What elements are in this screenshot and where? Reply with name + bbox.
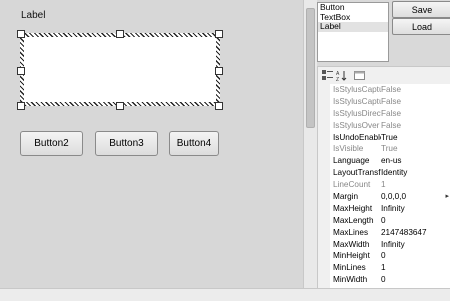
button2[interactable]: Button2 — [20, 131, 83, 156]
property-name: IsStylusCaptu — [333, 96, 381, 106]
resize-handle-left[interactable] — [17, 67, 25, 75]
property-row[interactable]: MaxWidth Infinity — [318, 239, 450, 251]
property-name: MinLines — [333, 263, 366, 273]
property-value[interactable]: en-us — [381, 155, 447, 167]
property-row[interactable]: MaxLines 2147483647 — [318, 227, 450, 239]
property-row[interactable]: MinHeight 0 — [318, 250, 450, 262]
textbox-control[interactable] — [24, 37, 216, 102]
property-value[interactable]: 1 — [381, 262, 447, 274]
categorized-icon[interactable] — [321, 69, 333, 81]
scrollbar-thumb[interactable] — [306, 8, 315, 128]
label-control[interactable]: Label — [21, 10, 45, 21]
property-row[interactable]: IsStylusOver False — [318, 120, 450, 132]
resize-handle-top-left[interactable] — [17, 30, 25, 38]
property-name: LineCount — [333, 180, 371, 190]
resize-handle-bottom-left[interactable] — [17, 102, 25, 110]
load-button[interactable]: Load — [392, 18, 450, 35]
property-row[interactable]: MaxHeight Infinity — [318, 203, 450, 215]
property-value[interactable]: False — [381, 84, 447, 96]
property-row[interactable]: MinLines 1 — [318, 262, 450, 274]
property-row[interactable]: IsStylusCaptu False — [318, 96, 450, 108]
property-value[interactable]: Infinity — [381, 203, 447, 215]
horizontal-scrollbar[interactable] — [0, 288, 450, 301]
property-value[interactable]: False — [381, 108, 447, 120]
property-row[interactable]: IsStylusDirect False — [318, 108, 450, 120]
resize-handle-bottom-right[interactable] — [215, 102, 223, 110]
property-row[interactable]: MinWidth 0 — [318, 274, 450, 286]
property-grid-toolbar: AZ — [317, 66, 450, 85]
property-value[interactable]: 0,0,0,0 — [381, 191, 447, 203]
resize-handle-top-right[interactable] — [215, 30, 223, 38]
property-row[interactable]: IsVisible True — [318, 143, 450, 155]
property-name: IsStylusDirect — [333, 108, 381, 118]
property-grid[interactable]: IsStylusCaptu False IsStylusCaptu False IsSt… — [317, 84, 450, 288]
resize-handle-bottom[interactable] — [116, 102, 124, 110]
resize-handle-right[interactable] — [215, 67, 223, 75]
property-value[interactable]: 0 — [381, 215, 447, 227]
expand-arrow-icon[interactable]: ▸ — [445, 191, 449, 203]
property-value[interactable]: 2147483647 — [381, 227, 447, 239]
property-value[interactable]: True — [381, 132, 447, 144]
property-name: MaxWidth — [333, 239, 370, 249]
property-row[interactable]: IsStylusCaptu False — [318, 84, 450, 96]
design-surface[interactable]: Label Button2 Button3 Button4 — [0, 0, 303, 288]
property-value[interactable]: False — [381, 120, 447, 132]
property-row[interactable]: Language en-us — [318, 155, 450, 167]
property-row[interactable]: LayoutTransf Identity — [318, 167, 450, 179]
resize-handle-top[interactable] — [116, 30, 124, 38]
property-row[interactable]: Margin 0,0,0,0 ▸ — [318, 191, 450, 203]
property-row[interactable]: MaxLength 0 — [318, 215, 450, 227]
property-value[interactable]: 0 — [381, 274, 447, 286]
property-value[interactable]: True — [381, 143, 447, 155]
selected-textbox[interactable] — [20, 33, 220, 106]
property-pages-icon[interactable] — [353, 69, 365, 81]
designer-vertical-scrollbar[interactable] — [303, 0, 317, 288]
alphabetical-sort-icon[interactable]: AZ — [335, 69, 347, 81]
property-value[interactable]: 1 — [381, 179, 447, 191]
property-name: LayoutTransf — [333, 168, 381, 178]
property-name: MaxLength — [333, 215, 374, 225]
property-name: IsStylusCaptu — [333, 85, 381, 94]
property-name: Language — [333, 156, 370, 166]
property-value[interactable]: Infinity — [381, 239, 447, 251]
property-name: IsVisible — [333, 144, 364, 154]
svg-text:Z: Z — [336, 77, 339, 81]
property-name: MaxLines — [333, 227, 369, 237]
property-name: MaxHeight — [333, 203, 373, 213]
property-row[interactable]: IsUndoEnable True — [318, 132, 450, 144]
list-item-label[interactable]: Label — [318, 21, 388, 32]
property-name: MinWidth — [333, 275, 368, 285]
property-value[interactable]: Identity — [381, 167, 447, 179]
property-value[interactable]: False — [381, 96, 447, 108]
button4[interactable]: Button4 — [169, 131, 219, 156]
save-button[interactable]: Save — [392, 1, 450, 18]
button3[interactable]: Button3 — [95, 131, 158, 156]
property-name: MinHeight — [333, 251, 370, 261]
toolbox-list[interactable]: Button TextBox Label — [317, 2, 389, 62]
property-row[interactable]: LineCount 1 — [318, 179, 450, 191]
property-name: Margin — [333, 192, 359, 202]
property-value[interactable]: 0 — [381, 250, 447, 262]
property-name: IsStylusOver — [333, 120, 380, 130]
property-name: IsUndoEnable — [333, 132, 381, 142]
